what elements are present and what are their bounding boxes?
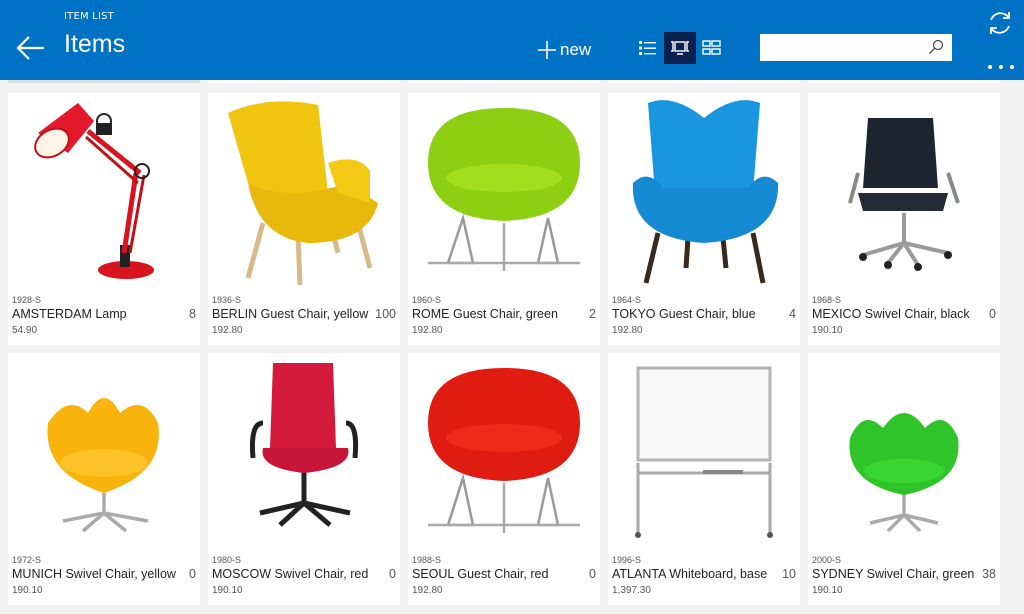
item-card[interactable]: 1980-S MOSCOW Swivel Chair, red 0 190.10: [208, 353, 400, 605]
item-code: 2000-S: [812, 555, 842, 565]
item-price: 192.80: [412, 585, 443, 596]
item-code: 1936-S: [212, 295, 242, 305]
item-code: 1972-S: [12, 555, 42, 565]
item-name: TOKYO Guest Chair, blue: [612, 307, 756, 321]
item-name: SEOUL Guest Chair, red: [412, 567, 549, 581]
previous-card-edge[interactable]: [408, 80, 600, 83]
grid-view-icon: [702, 40, 721, 55]
item-quantity: 2: [589, 307, 596, 321]
item-name: BERLIN Guest Chair, yellow: [212, 307, 369, 321]
item-price: 192.80: [612, 325, 643, 336]
back-arrow-icon: [16, 36, 44, 60]
item-price: 54.90: [12, 325, 38, 336]
item-code: 1968-S: [812, 295, 842, 305]
item-name: AMSTERDAM Lamp: [12, 307, 127, 321]
search-input[interactable]: [760, 34, 920, 61]
item-price: 1,397.30: [612, 585, 651, 596]
previous-card-edge[interactable]: [608, 80, 800, 83]
search-box: [760, 34, 952, 61]
item-code: 1980-S: [212, 555, 242, 565]
list-view-button[interactable]: [632, 32, 664, 64]
item-card[interactable]: 1964-S TOKYO Guest Chair, blue 4 192.80: [608, 93, 800, 345]
search-icon[interactable]: [928, 39, 944, 55]
item-quantity: 10: [782, 567, 796, 581]
new-item-label: new: [560, 40, 592, 59]
item-name: ATLANTA Whiteboard, base: [612, 567, 768, 581]
blue-wingback-chair-image: [632, 100, 779, 284]
item-quantity: 100: [375, 307, 396, 321]
item-name: SYDNEY Swivel Chair, green: [812, 567, 975, 581]
item-code: 1960-S: [412, 295, 442, 305]
item-quantity: 0: [589, 567, 596, 581]
item-card[interactable]: 1936-S BERLIN Guest Chair, yellow 100 19…: [208, 93, 400, 345]
yellow-swan-chair-image: [47, 398, 159, 533]
app-header: ITEM LIST Items new: [0, 0, 1024, 80]
list-view-icon: [639, 41, 656, 55]
back-button[interactable]: [14, 33, 48, 63]
item-price: 190.10: [812, 585, 843, 596]
tile-view-icon: [671, 41, 689, 55]
item-code: 1996-S: [612, 555, 642, 565]
page-title: Items: [64, 30, 126, 58]
previous-card-edge[interactable]: [208, 80, 400, 83]
item-name: MOSCOW Swivel Chair, red: [212, 567, 369, 581]
refresh-icon: [990, 12, 1010, 34]
item-card[interactable]: 1960-S ROME Guest Chair, green 2 192.80: [408, 93, 600, 345]
previous-card-edge[interactable]: [808, 80, 1000, 83]
plus-icon: [538, 41, 556, 59]
green-tub-chair-image: [428, 108, 580, 271]
item-card[interactable]: 1996-S ATLANTA Whiteboard, base 10 1,397…: [608, 353, 800, 605]
dot-icon: [999, 65, 1003, 69]
red-office-chair-image: [250, 363, 359, 527]
item-card[interactable]: 1928-S AMSTERDAM Lamp 8 54.90: [8, 93, 200, 345]
item-price: 190.10: [212, 585, 243, 596]
refresh-button[interactable]: [986, 9, 1014, 37]
whiteboard-on-stand-image: [635, 366, 773, 538]
item-price: 190.10: [12, 585, 43, 596]
item-code: 1964-S: [612, 295, 642, 305]
page-subtitle: ITEM LIST: [64, 11, 114, 22]
dot-icon: [988, 65, 992, 69]
grid-view-button[interactable]: [696, 32, 728, 64]
item-quantity: 8: [189, 307, 196, 321]
more-options-button[interactable]: [986, 60, 1016, 74]
item-name: ROME Guest Chair, green: [412, 307, 558, 321]
item-code: 1988-S: [412, 555, 442, 565]
item-card[interactable]: 1988-S SEOUL Guest Chair, red 0 192.80: [408, 353, 600, 605]
tile-view-button[interactable]: [664, 32, 696, 64]
item-quantity: 38: [982, 567, 996, 581]
item-price: 192.80: [212, 325, 243, 336]
item-quantity: 4: [789, 307, 796, 321]
item-quantity: 0: [189, 567, 196, 581]
item-name: MEXICO Swivel Chair, black: [812, 307, 970, 321]
item-card[interactable]: 1972-S MUNICH Swivel Chair, yellow 0 190…: [8, 353, 200, 605]
green-swan-chair-image: [849, 413, 959, 533]
item-card[interactable]: 2000-S SYDNEY Swivel Chair, green 38 190…: [808, 353, 1000, 605]
item-quantity: 0: [989, 307, 996, 321]
previous-row-edge: [0, 80, 1024, 83]
yellow-wingback-chair-image: [228, 101, 378, 286]
dot-icon: [1010, 65, 1014, 69]
item-name: MUNICH Swivel Chair, yellow: [12, 567, 176, 581]
previous-card-edge[interactable]: [8, 80, 200, 83]
item-quantity: 0: [389, 567, 396, 581]
new-item-button[interactable]: new: [538, 37, 591, 63]
item-price: 192.80: [412, 325, 443, 336]
item-price: 190.10: [812, 325, 843, 336]
red-tub-chair-image: [428, 368, 580, 533]
item-card[interactable]: 1968-S MEXICO Swivel Chair, black 0 190.…: [808, 93, 1000, 345]
red-desk-lamp-image: [34, 103, 154, 279]
black-office-chair-image: [848, 118, 960, 271]
item-code: 1928-S: [12, 295, 42, 305]
